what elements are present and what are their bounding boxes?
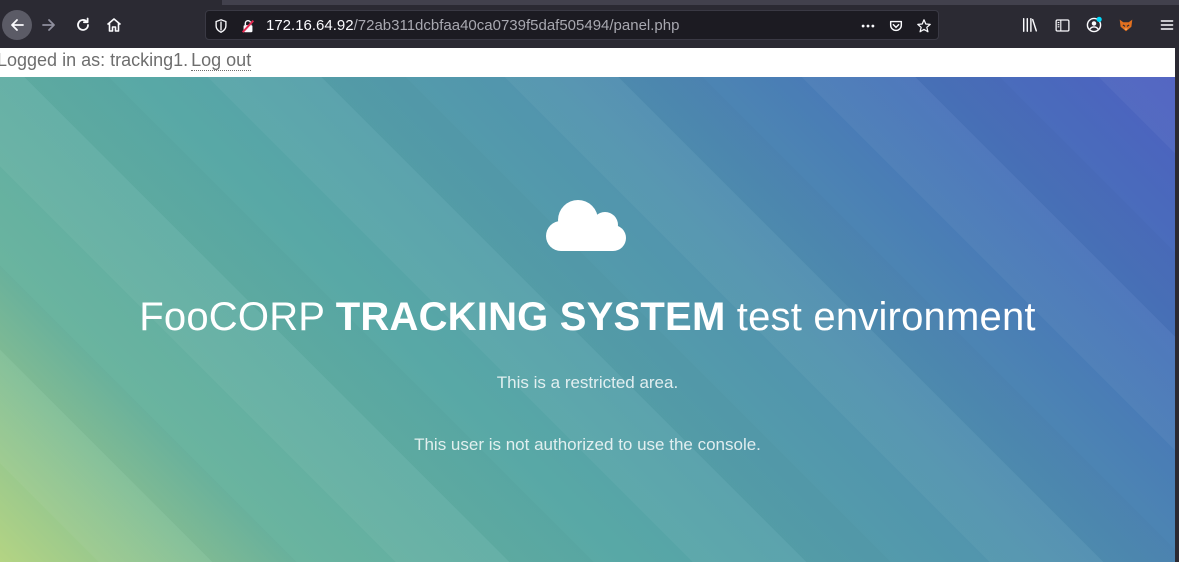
fox-extension-icon (1119, 19, 1133, 32)
url-path: /72ab311dcbfaa40ca0739f5daf505494/panel.… (353, 17, 680, 34)
account-button[interactable] (1084, 15, 1104, 35)
pocket-icon (889, 20, 903, 32)
reload-icon (77, 17, 89, 31)
forward-arrow-icon (42, 19, 55, 31)
tab-strip-edge (222, 0, 1179, 5)
tracking-protection-button[interactable] (212, 17, 230, 35)
tracking-protection-shield-icon (215, 19, 227, 33)
back-button[interactable] (2, 10, 32, 40)
reload-button[interactable] (68, 10, 98, 40)
extension-button[interactable] (1116, 15, 1136, 35)
account-icon (1086, 16, 1102, 33)
logout-link[interactable]: Log out (191, 50, 252, 71)
back-arrow-icon (11, 19, 24, 31)
title-prefix: FooCORP (139, 295, 325, 339)
home-button[interactable] (99, 10, 129, 40)
forward-button[interactable] (34, 10, 64, 40)
app-menu-button[interactable] (1157, 15, 1177, 35)
hamburger-menu-icon (1160, 20, 1174, 30)
sidebar-icon (1054, 18, 1070, 32)
page-title: FooCORP TRACKING SYSTEM test environment (0, 295, 1175, 340)
login-text: Logged in as: tracking1. (0, 50, 189, 70)
bookmark-star-icon (917, 19, 931, 33)
hero-banner: FooCORP TRACKING SYSTEM test environment… (0, 77, 1175, 562)
library-button[interactable] (1020, 15, 1040, 35)
login-status: Logged in as: tracking1. Log out (0, 50, 252, 71)
url-host: 172.16.64.92 (266, 17, 354, 34)
address-bar[interactable]: 172.16.64.92/72ab311dcbfaa40ca0739f5daf5… (205, 10, 939, 40)
restricted-notice: This is a restricted area. (496, 373, 679, 392)
url-text[interactable]: 172.16.64.92/72ab311dcbfaa40ca0739f5daf5… (266, 17, 679, 34)
library-icon (1022, 17, 1038, 33)
scrollbar[interactable] (1175, 48, 1179, 562)
page-actions-ellipsis-icon (861, 24, 875, 28)
authorization-message: This user is not authorized to use the c… (414, 435, 761, 454)
insecure-lock-icon (241, 20, 255, 33)
title-suffix: test environment (736, 295, 1036, 339)
sidebar-button[interactable] (1052, 15, 1072, 35)
home-icon (106, 18, 122, 32)
cloud-icon (546, 200, 626, 251)
browser-toolbar: 172.16.64.92/72ab311dcbfaa40ca0739f5daf5… (0, 0, 1179, 48)
web-page: Logged in as: tracking1. Log out FooCORP … (0, 48, 1175, 562)
page-actions-button[interactable] (859, 17, 877, 35)
site-security-button[interactable] (239, 17, 257, 35)
bookmark-button[interactable] (915, 17, 933, 35)
title-bold: TRACKING SYSTEM (335, 295, 726, 339)
pocket-button[interactable] (887, 17, 905, 35)
